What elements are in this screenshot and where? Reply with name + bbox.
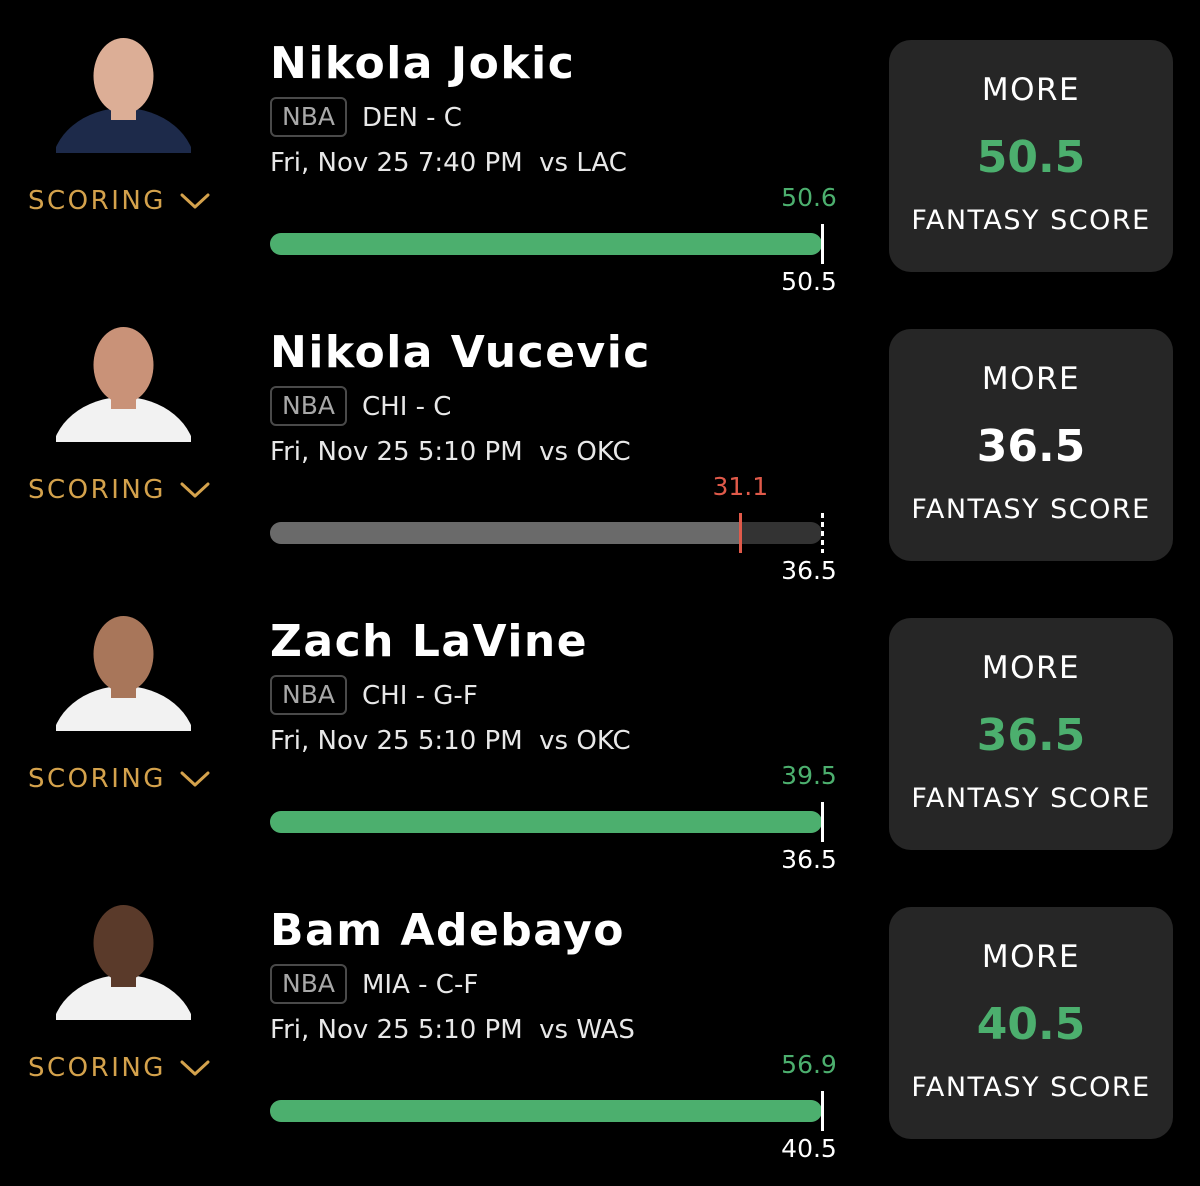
pick-value: 36.5: [976, 421, 1086, 472]
actual-score-label: 56.9: [781, 1050, 837, 1079]
player-photo: [56, 885, 191, 1020]
pick-row: SCORING Bam Adebayo NBA MIA - C-F Fri, N…: [0, 867, 1200, 1163]
chevron-down-icon: [180, 1060, 210, 1076]
actual-score-label: 39.5: [781, 761, 837, 790]
stat-type: FANTASY SCORE: [911, 494, 1151, 525]
actual-marker: [821, 1091, 824, 1131]
progress-track: [270, 1100, 822, 1122]
chevron-down-icon: [180, 193, 210, 209]
stat-type: FANTASY SCORE: [911, 205, 1151, 236]
player-photo: [56, 18, 191, 153]
game-time: Fri, Nov 25 7:40 PM vs LAC: [270, 148, 627, 178]
progress-fill: [270, 233, 822, 255]
stat-type: FANTASY SCORE: [911, 783, 1151, 814]
pick-card[interactable]: MORE 50.5 FANTASY SCORE: [889, 40, 1173, 272]
scoring-toggle[interactable]: SCORING: [28, 764, 210, 794]
player-photo: [56, 596, 191, 731]
pick-direction: MORE: [981, 72, 1081, 108]
pick-card[interactable]: MORE 40.5 FANTASY SCORE: [889, 907, 1173, 1139]
progress-track: [270, 233, 822, 255]
actual-marker: [821, 802, 824, 842]
game-time: Fri, Nov 25 5:10 PM vs WAS: [270, 1015, 635, 1045]
team-position: CHI - C: [362, 392, 452, 422]
progress-track: [270, 811, 822, 833]
line-marker: [821, 513, 824, 553]
scoring-toggle[interactable]: SCORING: [28, 186, 210, 216]
player-name: Nikola Vucevic: [270, 327, 651, 378]
player-photo: [56, 307, 191, 442]
team-position: CHI - G-F: [362, 681, 478, 711]
stat-type: FANTASY SCORE: [911, 1072, 1151, 1103]
line-label: 40.5: [781, 1134, 837, 1163]
scoring-label: SCORING: [28, 764, 166, 794]
pick-value: 36.5: [976, 710, 1086, 761]
pick-row: SCORING Zach LaVine NBA CHI - G-F Fri, N…: [0, 578, 1200, 874]
pick-direction: MORE: [981, 939, 1081, 975]
pick-card[interactable]: MORE 36.5 FANTASY SCORE: [889, 329, 1173, 561]
scoring-label: SCORING: [28, 1053, 166, 1083]
league-badge: NBA: [270, 964, 347, 1004]
chevron-down-icon: [180, 482, 210, 498]
scoring-toggle[interactable]: SCORING: [28, 475, 210, 505]
chevron-down-icon: [180, 771, 210, 787]
player-name: Nikola Jokic: [270, 38, 576, 89]
team-position: DEN - C: [362, 103, 462, 133]
actual-marker: [821, 224, 824, 264]
actual-marker: [739, 513, 743, 553]
progress-fill: [270, 1100, 822, 1122]
game-time: Fri, Nov 25 5:10 PM vs OKC: [270, 726, 631, 756]
scoring-label: SCORING: [28, 186, 166, 216]
game-time: Fri, Nov 25 5:10 PM vs OKC: [270, 437, 631, 467]
pick-direction: MORE: [981, 650, 1081, 686]
league-badge: NBA: [270, 97, 347, 137]
actual-score-label: 31.1: [712, 472, 769, 501]
scoring-label: SCORING: [28, 475, 166, 505]
team-position: MIA - C-F: [362, 970, 479, 1000]
player-name: Zach LaVine: [270, 616, 589, 667]
pick-value: 50.5: [976, 132, 1086, 183]
pick-direction: MORE: [981, 361, 1081, 397]
pick-value: 40.5: [976, 999, 1086, 1050]
progress-fill: [270, 522, 741, 544]
league-badge: NBA: [270, 675, 347, 715]
player-name: Bam Adebayo: [270, 905, 626, 956]
scoring-toggle[interactable]: SCORING: [28, 1053, 210, 1083]
pick-row: SCORING Nikola Vucevic NBA CHI - C Fri, …: [0, 289, 1200, 585]
league-badge: NBA: [270, 386, 347, 426]
pick-row: SCORING Nikola Jokic NBA DEN - C Fri, No…: [0, 0, 1200, 296]
progress-fill: [270, 811, 822, 833]
actual-score-label: 50.6: [781, 183, 837, 212]
pick-card[interactable]: MORE 36.5 FANTASY SCORE: [889, 618, 1173, 850]
